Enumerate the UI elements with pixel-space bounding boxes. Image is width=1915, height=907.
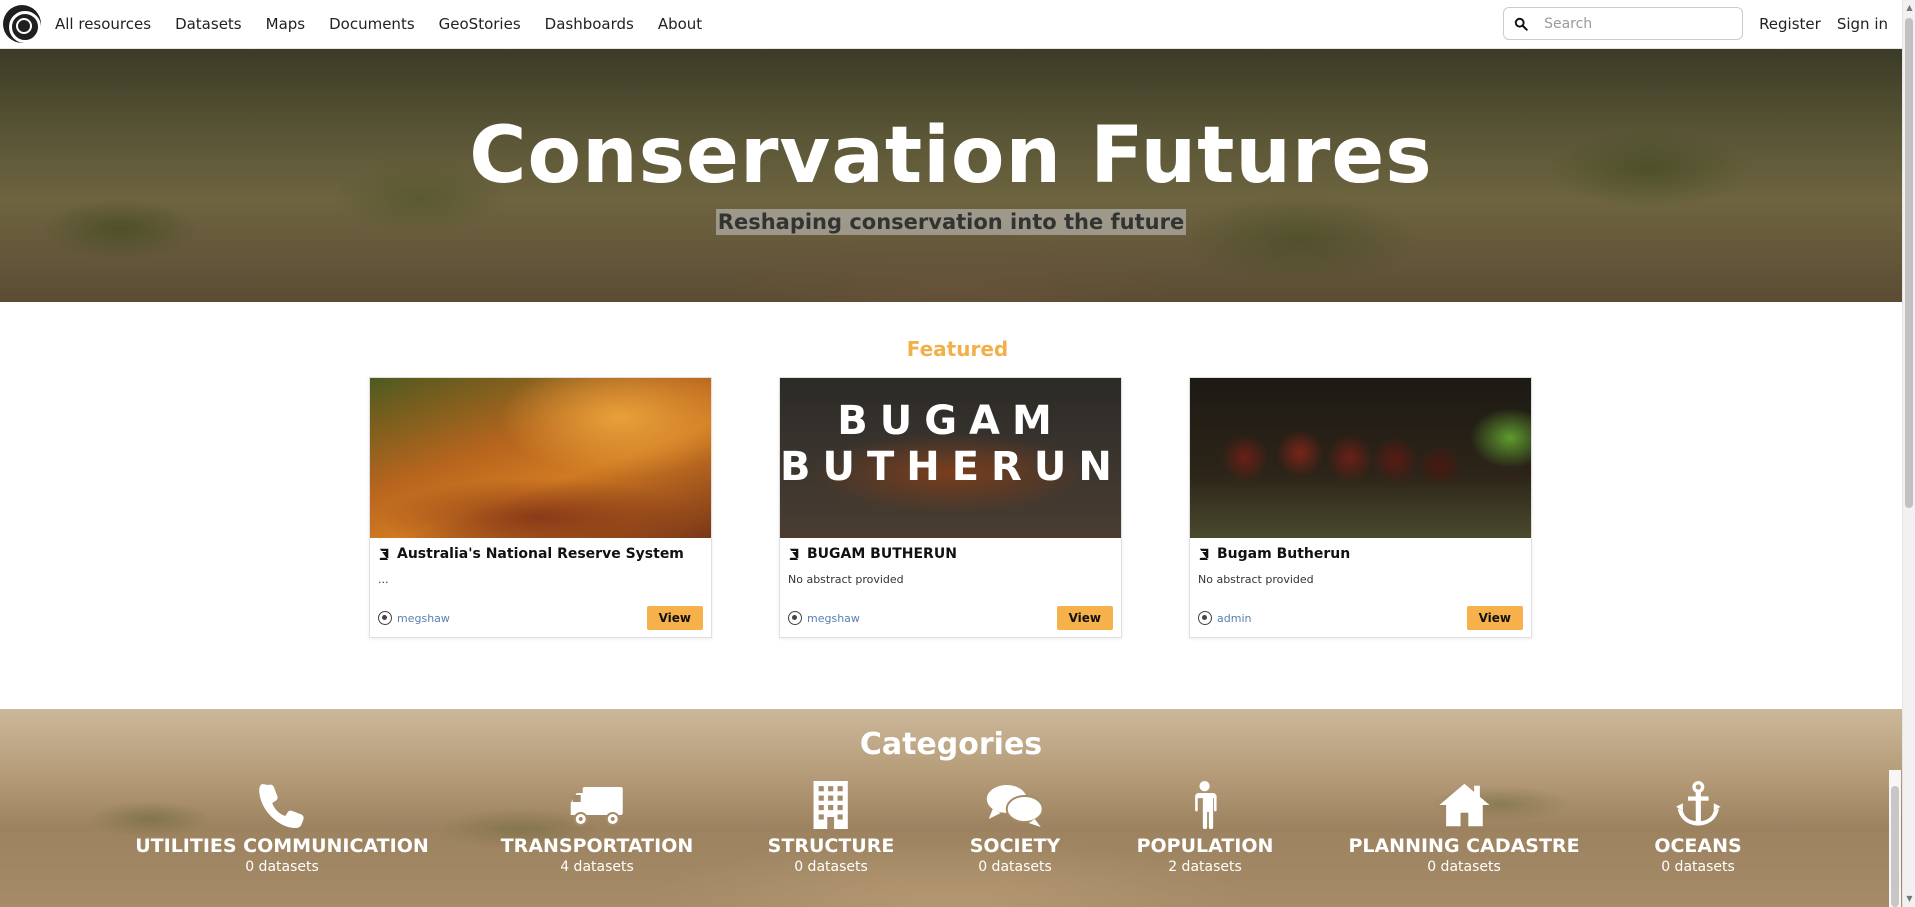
category-count: 0 datasets <box>794 859 868 875</box>
truck-icon <box>570 787 623 826</box>
nav-documents[interactable]: Documents <box>329 15 415 33</box>
nav-about[interactable]: About <box>658 15 702 33</box>
category-oceans[interactable]: OCEANS 0 datasets <box>1654 781 1742 875</box>
featured-heading: Featured <box>906 337 1009 361</box>
scroll-thumb[interactable] <box>1905 18 1913 508</box>
category-name: PLANNING CADASTRE <box>1348 835 1580 857</box>
categories-section: Categories UTILITIES COMMUNICATION 0 dat… <box>0 709 1902 907</box>
category-name: TRANSPORTATION <box>500 835 694 857</box>
card-thumbnail[interactable]: BUGAM BUTHERUN <box>780 378 1121 538</box>
category-utilities-communication[interactable]: UTILITIES COMMUNICATION 0 datasets <box>135 781 429 875</box>
owner-link[interactable]: megshaw <box>397 612 450 625</box>
section-scrollbar[interactable] <box>1889 770 1901 907</box>
owner-avatar-icon <box>378 611 392 625</box>
thumbnail-text: BUGAM BUTHERUN <box>780 398 1121 490</box>
card-abstract: ... <box>378 573 389 586</box>
category-count: 2 datasets <box>1168 859 1242 875</box>
featured-card[interactable]: Australia's National Reserve System ... … <box>369 377 712 638</box>
nav-geostories[interactable]: GeoStories <box>439 15 521 33</box>
page-scrollbar[interactable]: ▲ ▼ <box>1902 0 1915 907</box>
sign-in-link[interactable]: Sign in <box>1837 15 1888 33</box>
card-title[interactable]: BUGAM BUTHERUN <box>807 546 957 562</box>
top-navbar: All resources Datasets Maps Documents Ge… <box>0 0 1902 49</box>
category-structure[interactable]: STRUCTURE 0 datasets <box>767 781 895 875</box>
category-name: UTILITIES COMMUNICATION <box>135 835 429 857</box>
site-logo[interactable] <box>3 5 41 43</box>
person-icon <box>1195 781 1217 829</box>
owner-link[interactable]: megshaw <box>807 612 860 625</box>
category-count: 0 datasets <box>978 859 1052 875</box>
comments-icon <box>986 785 1044 827</box>
nav-right: Register Sign in <box>1503 7 1888 40</box>
home-icon <box>1438 783 1490 827</box>
hero-title: Conservation Futures <box>469 111 1433 201</box>
hero-subtitle: Reshaping conservation into the future <box>715 209 1187 235</box>
view-button[interactable]: View <box>1056 606 1113 630</box>
view-button[interactable]: View <box>1466 606 1523 630</box>
book-icon <box>1199 548 1209 560</box>
search-input[interactable] <box>1544 15 1725 32</box>
featured-card[interactable]: Bugam Butherun No abstract provided admi… <box>1189 377 1532 638</box>
scroll-down-icon[interactable]: ▼ <box>1905 894 1914 904</box>
categories-heading: Categories <box>859 727 1043 762</box>
card-title[interactable]: Australia's National Reserve System <box>397 546 684 562</box>
category-count: 0 datasets <box>1427 859 1501 875</box>
card-title[interactable]: Bugam Butherun <box>1217 546 1350 562</box>
main-nav: All resources Datasets Maps Documents Ge… <box>55 15 726 33</box>
owner-avatar-icon <box>788 611 802 625</box>
building-icon <box>813 781 849 829</box>
search-box[interactable] <box>1503 7 1744 40</box>
search-icon <box>1514 17 1528 31</box>
phone-icon <box>258 784 304 828</box>
card-thumbnail[interactable] <box>370 378 711 538</box>
owner-link[interactable]: admin <box>1217 612 1251 625</box>
book-icon <box>379 548 389 560</box>
nav-all-resources[interactable]: All resources <box>55 15 151 33</box>
category-name: POPULATION <box>1136 835 1274 857</box>
card-abstract: No abstract provided <box>788 573 904 586</box>
category-transportation[interactable]: TRANSPORTATION 4 datasets <box>500 781 694 875</box>
category-name: SOCIETY <box>969 835 1061 857</box>
book-icon <box>789 548 799 560</box>
category-count: 0 datasets <box>1661 859 1735 875</box>
nav-maps[interactable]: Maps <box>266 15 305 33</box>
featured-card[interactable]: BUGAM BUTHERUN BUGAM BUTHERUN No abstract… <box>779 377 1122 638</box>
anchor-icon <box>1675 781 1721 826</box>
owner-avatar-icon <box>1198 611 1212 625</box>
nav-datasets[interactable]: Datasets <box>175 15 242 33</box>
scroll-up-icon[interactable]: ▲ <box>1905 3 1914 13</box>
category-count: 4 datasets <box>560 859 634 875</box>
nav-dashboards[interactable]: Dashboards <box>545 15 634 33</box>
category-population[interactable]: POPULATION 2 datasets <box>1136 781 1274 875</box>
hero-banner: Conservation Futures Reshaping conservat… <box>0 49 1902 302</box>
category-planning-cadastre[interactable]: PLANNING CADASTRE 0 datasets <box>1348 781 1580 875</box>
section-scroll-thumb[interactable] <box>1891 786 1899 907</box>
category-name: OCEANS <box>1654 835 1742 857</box>
category-name: STRUCTURE <box>767 835 895 857</box>
card-thumbnail[interactable] <box>1190 378 1531 538</box>
register-link[interactable]: Register <box>1759 15 1821 33</box>
category-count: 0 datasets <box>245 859 319 875</box>
card-abstract: No abstract provided <box>1198 573 1314 586</box>
view-button[interactable]: View <box>646 606 703 630</box>
category-society[interactable]: SOCIETY 0 datasets <box>969 781 1061 875</box>
